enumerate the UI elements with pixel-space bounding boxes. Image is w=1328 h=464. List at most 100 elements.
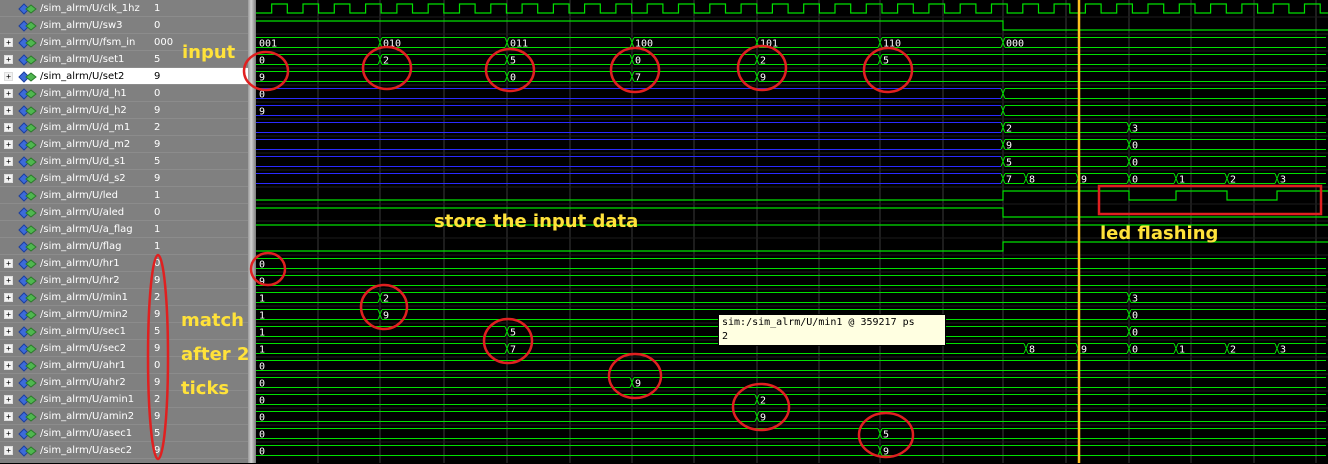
signal-row[interactable]: + /sim_alrm/U/d_s1 [0, 153, 150, 170]
bus-value-label: 2 [1230, 345, 1236, 356]
bus-segment [754, 411, 1326, 422]
signal-row[interactable]: + /sim_alrm/U/min1 [0, 289, 150, 306]
bus-segment [1126, 326, 1326, 337]
expand-toggle-icon[interactable]: + [4, 412, 13, 421]
bus-signal-icon [17, 256, 37, 271]
expand-toggle-icon[interactable]: + [4, 72, 13, 81]
signal-path: /sim_alrm/U/sec2 [40, 343, 126, 354]
bus-value-label: 9 [1081, 175, 1087, 186]
bus-value-label: 0 [1132, 158, 1138, 169]
expand-toggle-icon[interactable]: + [4, 55, 13, 64]
bus-segment [377, 54, 505, 65]
signal-row[interactable]: + /sim_alrm/U/hr1 [0, 255, 150, 272]
signal-value: 2 [150, 119, 248, 136]
bus-segment [1126, 292, 1326, 303]
signal-row[interactable]: + /sim_alrm/U/ahr2 [0, 374, 150, 391]
expand-toggle-icon[interactable]: + [4, 157, 13, 166]
signal-row[interactable]: + /sim_alrm/U/d_h2 [0, 102, 150, 119]
bus-signal-icon [17, 307, 37, 322]
signal-row[interactable]: + /sim_alrm/U/amin1 [0, 391, 150, 408]
tooltip-value: 2 [722, 331, 729, 342]
signal-row[interactable]: + /sim_alrm/U/min2 [0, 306, 150, 323]
bus-value-label: 010 [383, 39, 401, 50]
bus-signal-icon [17, 69, 37, 84]
panel-splitter[interactable] [248, 0, 256, 463]
bus-value-label: 9 [259, 107, 265, 118]
expand-toggle-icon[interactable]: + [4, 378, 13, 387]
expand-toggle-icon[interactable]: + [4, 106, 13, 115]
annotation-led-flashing: led flashing [1100, 223, 1219, 244]
bus-value-label: 9 [259, 277, 265, 288]
bus-value-label: 8 [1029, 175, 1035, 186]
signal-path: /sim_alrm/U/set1 [40, 54, 125, 65]
expand-toggle-icon[interactable]: + [4, 276, 13, 285]
bus-signal-icon [17, 52, 37, 67]
bus-value-label: 7 [510, 345, 516, 356]
signal-row[interactable]: + /sim_alrm/U/asec1 [0, 425, 150, 442]
bus-segment [256, 258, 1326, 269]
bus-value-label: 3 [1280, 175, 1286, 186]
expand-toggle-icon[interactable]: + [4, 429, 13, 438]
expand-toggle-icon[interactable]: + [4, 259, 13, 268]
bus-segment [1000, 105, 1326, 116]
signal-row[interactable]: + /sim_alrm/U/amin2 [0, 408, 150, 425]
expand-toggle-icon[interactable]: + [4, 310, 13, 319]
bus-segment [1126, 139, 1326, 150]
bus-signal-icon [17, 358, 37, 373]
signal-path: /sim_alrm/U/d_h2 [40, 105, 127, 116]
bus-signal-icon [17, 86, 37, 101]
expand-toggle-icon[interactable]: + [4, 327, 13, 336]
expand-toggle-icon[interactable]: + [4, 361, 13, 370]
bus-value-label: 0 [259, 430, 265, 441]
signal-row[interactable]: /sim_alrm/U/flag [0, 238, 150, 255]
bus-signal-icon [17, 426, 37, 441]
signal-path: /sim_alrm/U/d_s2 [40, 173, 126, 184]
bus-value-label: 0 [259, 396, 265, 407]
signal-value: 5 [150, 425, 248, 442]
expand-toggle-icon[interactable]: + [4, 38, 13, 47]
expand-toggle-icon[interactable]: + [4, 89, 13, 98]
signal-row[interactable]: + /sim_alrm/U/set1 [0, 51, 150, 68]
signal-path: /sim_alrm/U/a_flag [40, 224, 133, 235]
expand-toggle-icon[interactable]: + [4, 140, 13, 149]
wire-signal-icon [17, 18, 37, 33]
annotation-match-line3: ticks [181, 378, 230, 399]
signal-row[interactable]: + /sim_alrm/U/fsm_in [0, 34, 150, 51]
signal-row[interactable]: /sim_alrm/U/led [0, 187, 150, 204]
bus-signal-icon [17, 443, 37, 458]
bus-value-label: 5 [883, 430, 889, 441]
bus-value-label: 0 [1132, 311, 1138, 322]
signal-row[interactable]: /sim_alrm/U/sw3 [0, 17, 150, 34]
expand-toggle-icon[interactable]: + [4, 395, 13, 404]
annotation-input: input [182, 42, 236, 63]
expand-toggle-icon[interactable]: + [4, 293, 13, 302]
bus-value-label: 100 [635, 39, 653, 50]
bus-segment [629, 54, 755, 65]
signal-path: /sim_alrm/U/d_m1 [40, 122, 131, 133]
signal-row[interactable]: + /sim_alrm/U/d_s2 [0, 170, 150, 187]
expand-toggle-icon[interactable]: + [4, 123, 13, 132]
signal-row[interactable]: + /sim_alrm/U/set2 [0, 68, 150, 85]
expand-toggle-icon[interactable]: + [4, 174, 13, 183]
expand-toggle-icon[interactable]: + [4, 344, 13, 353]
signal-row[interactable]: /sim_alrm/U/clk_1hz [0, 0, 150, 17]
signal-row[interactable]: /sim_alrm/U/aled [0, 204, 150, 221]
signal-row[interactable]: + /sim_alrm/U/d_m2 [0, 136, 150, 153]
wire-signal-icon [17, 239, 37, 254]
signal-value: 9 [150, 408, 248, 425]
signal-row[interactable]: + /sim_alrm/U/asec2 [0, 442, 150, 459]
wire-signal-icon [17, 188, 37, 203]
signal-row[interactable]: + /sim_alrm/U/hr2 [0, 272, 150, 289]
bus-value-label: 1 [1179, 175, 1185, 186]
signal-row[interactable]: + /sim_alrm/U/d_m1 [0, 119, 150, 136]
bus-segment [504, 54, 630, 65]
signal-row[interactable]: + /sim_alrm/U/d_h1 [0, 85, 150, 102]
expand-toggle-icon[interactable]: + [4, 446, 13, 455]
signal-row[interactable]: + /sim_alrm/U/sec1 [0, 323, 150, 340]
signal-value: 0 [150, 255, 248, 272]
signal-value: 9 [150, 170, 248, 187]
signal-row[interactable]: + /sim_alrm/U/sec2 [0, 340, 150, 357]
bus-value-label: 9 [383, 311, 389, 322]
signal-row[interactable]: + /sim_alrm/U/ahr1 [0, 357, 150, 374]
signal-row[interactable]: /sim_alrm/U/a_flag [0, 221, 150, 238]
